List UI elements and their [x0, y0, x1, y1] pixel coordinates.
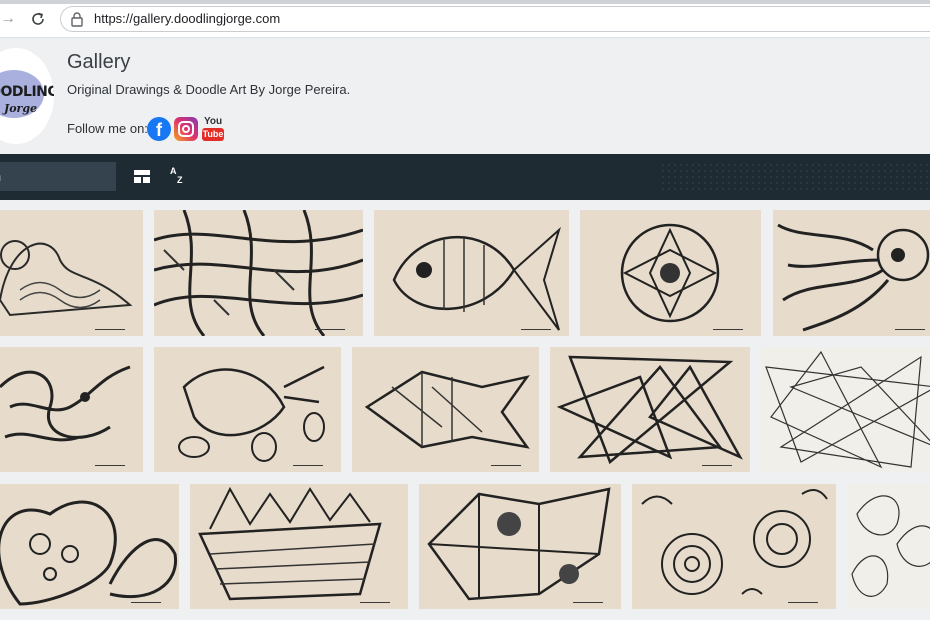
instagram-icon[interactable]: [174, 117, 198, 141]
artist-signature: [95, 318, 125, 330]
gallery-item-flower[interactable]: [580, 210, 761, 336]
gallery-item-leaves[interactable]: [847, 484, 930, 609]
logo-text-line1: DOODLING: [0, 84, 54, 100]
follow-label: Follow me on:: [67, 121, 148, 136]
url-text[interactable]: https://gallery.doodlingjorge.com: [94, 11, 280, 26]
artist-signature: [573, 591, 603, 603]
sort-bottom-letter: Z: [177, 175, 183, 185]
gallery-item-cluster[interactable]: [419, 484, 621, 609]
gallery-item-octopus[interactable]: [773, 210, 930, 336]
artist-signature: [521, 318, 551, 330]
gallery-item-geo-fish[interactable]: [352, 347, 539, 472]
toolbar-pattern: [660, 162, 930, 194]
instagram-lens: [182, 125, 190, 133]
artist-signature: [788, 591, 818, 603]
logo-text-line2: Jorge: [4, 102, 38, 115]
artist-signature: [491, 454, 521, 466]
gallery-item-duck[interactable]: [0, 210, 143, 336]
artist-signature: [95, 454, 125, 466]
page-title: Gallery: [67, 51, 131, 73]
facebook-icon[interactable]: f: [147, 117, 171, 141]
layout-icon[interactable]: [134, 170, 150, 183]
arrow-right-icon[interactable]: →: [0, 10, 16, 28]
artist-signature: [702, 454, 732, 466]
artist-signature: [131, 591, 161, 603]
page-subtitle: Original Drawings & Doodle Art By Jorge …: [67, 82, 351, 97]
gallery-item-woven[interactable]: [154, 210, 363, 336]
gallery-item-spirals[interactable]: [632, 484, 836, 609]
gallery-toolbar: h A Z: [0, 154, 930, 200]
sort-az-icon[interactable]: A Z: [170, 167, 188, 187]
reload-icon[interactable]: [28, 9, 48, 29]
browser-address-bar: → https://gallery.doodlingjorge.com: [0, 0, 930, 38]
youtube-icon[interactable]: You Tube: [202, 116, 224, 142]
artist-signature: [713, 318, 743, 330]
gallery-item-bird[interactable]: [154, 347, 341, 472]
gallery-item-fish[interactable]: [374, 210, 569, 336]
tab-strip-edge: [0, 0, 930, 4]
site-logo[interactable]: DOODLING Jorge: [0, 48, 54, 144]
artist-signature: [315, 318, 345, 330]
gallery-item-heart[interactable]: [0, 484, 179, 609]
gallery-item-line-triangles[interactable]: [761, 347, 930, 472]
youtube-you: You: [204, 116, 223, 127]
gallery-grid: [0, 200, 930, 620]
artist-signature: [360, 591, 390, 603]
youtube-tube: Tube: [202, 128, 224, 141]
artist-signature: [293, 454, 323, 466]
site-header: DOODLING Jorge Gallery Original Drawings…: [0, 38, 930, 154]
gallery-item-tentacles[interactable]: [0, 347, 143, 472]
search-input[interactable]: h: [0, 162, 116, 191]
gallery-item-boat[interactable]: [190, 484, 408, 609]
lock-icon[interactable]: [70, 11, 84, 27]
artist-signature: [895, 318, 925, 330]
gallery-item-triangles[interactable]: [550, 347, 750, 472]
